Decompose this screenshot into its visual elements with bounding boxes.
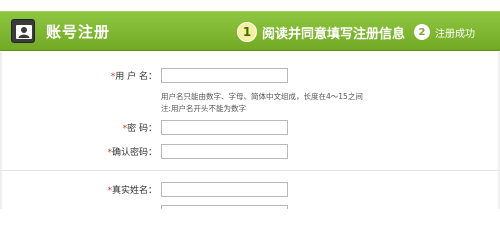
username-hint: 用户名只能由数字、字母、简体中文组成，长度在4～15之间 <box>161 92 363 101</box>
header-bar: 账号注册 1 阅读并同意填写注册信息 2 注册成功 <box>0 11 500 51</box>
real-name-input[interactable] <box>161 182 288 197</box>
step-2-number: 2 <box>414 24 430 40</box>
username-row: *用 户 名： <box>0 68 500 84</box>
username-label: *用 户 名： <box>110 72 157 82</box>
username-input[interactable] <box>161 68 288 83</box>
step-1-label: 阅读并同意填写注册信息 <box>262 26 406 42</box>
confirm-password-row: *确认密码： <box>0 144 500 160</box>
section-divider <box>0 170 500 171</box>
step-2-indicator: 2 注册成功 <box>414 21 475 43</box>
page-title: 账号注册 <box>46 23 111 41</box>
registration-page: 账号注册 1 阅读并同意填写注册信息 2 注册成功 *用 户 名： 用户名只能由… <box>0 0 500 209</box>
step-1-indicator: 1 阅读并同意填写注册信息 <box>237 21 405 43</box>
step-2-label: 注册成功 <box>435 28 475 40</box>
real-name-label: *真实姓名： <box>107 186 157 196</box>
next-field-row <box>0 205 500 209</box>
password-row: *密 码： <box>0 120 500 136</box>
username-hint-note: 注:用户名开头不能为数字 <box>161 104 247 113</box>
confirm-password-input[interactable] <box>161 144 288 159</box>
step-1-number: 1 <box>237 22 257 42</box>
next-field-input[interactable] <box>161 205 288 209</box>
password-label: *密 码： <box>122 124 157 134</box>
password-input[interactable] <box>161 120 288 135</box>
confirm-password-label: *确认密码： <box>107 148 157 158</box>
real-name-row: *真实姓名： <box>0 182 500 198</box>
user-card-icon <box>11 19 35 43</box>
